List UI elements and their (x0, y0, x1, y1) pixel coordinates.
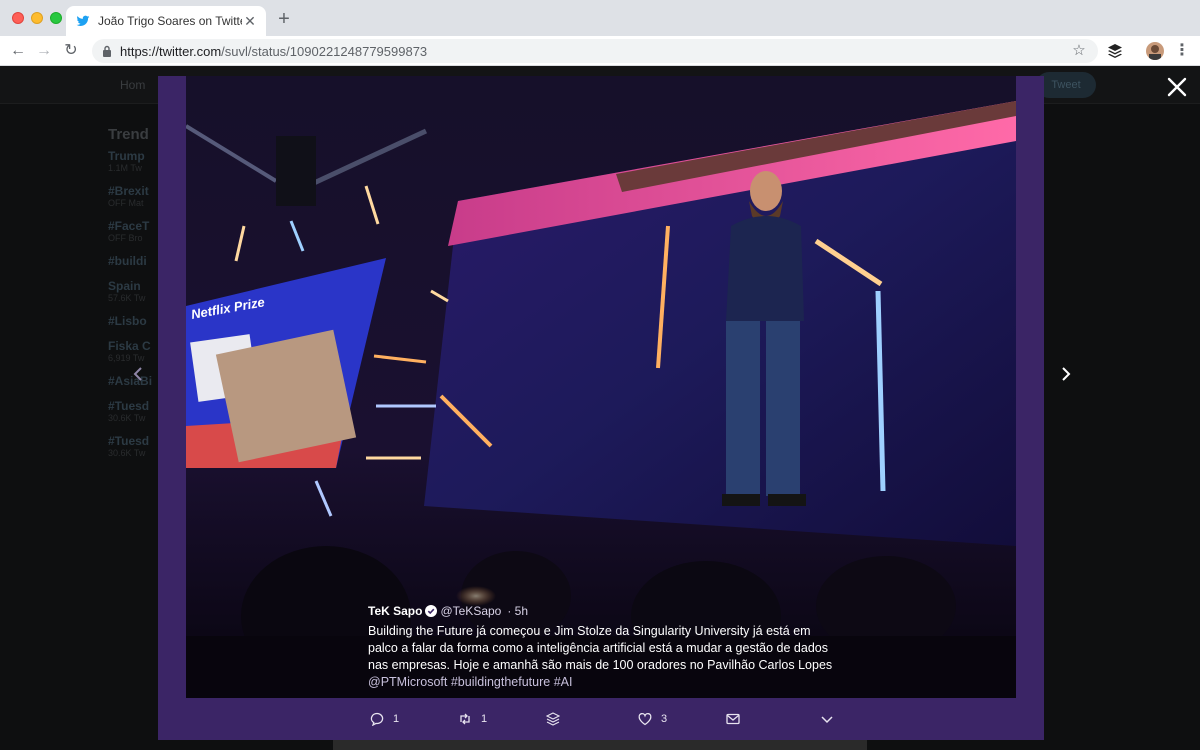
tweet-compose-button: Tweet (1036, 72, 1096, 98)
reply-count: 1 (393, 713, 400, 725)
retweet-icon (460, 713, 470, 725)
url-path: /suvl/status/1090221248779599873 (221, 43, 428, 59)
window-zoom-button[interactable] (50, 12, 62, 24)
heart-icon (638, 712, 652, 726)
bookmark-star-icon[interactable]: ☆ (1070, 42, 1088, 60)
reload-icon[interactable]: ↻ (62, 42, 80, 60)
home-nav-item: Hom (120, 78, 146, 92)
new-tab-button[interactable]: + (274, 9, 294, 29)
window-close-button[interactable] (12, 12, 24, 24)
tweet-caption: TeK Sapo @TeKSapo · 5h Building the Futu… (368, 604, 838, 691)
profile-avatar[interactable] (1146, 42, 1164, 60)
twitter-bird-icon (76, 15, 90, 27)
tweet-action-bar: 1 1 3 (158, 698, 1044, 740)
tweet-tags[interactable]: @PTMicrosoft #buildingthefuture #AI (368, 674, 838, 691)
url-host: https://twitter.com (120, 43, 222, 59)
page-content-strip (333, 740, 867, 750)
previous-arrow-icon[interactable] (130, 366, 146, 382)
author-name[interactable]: TeK Sapo (368, 604, 422, 618)
reply-button[interactable]: 1 (370, 712, 399, 726)
buffer-layers-icon (546, 712, 560, 726)
buffer-extension-icon[interactable] (1107, 43, 1123, 59)
author-handle[interactable]: @TeKSapo (440, 604, 501, 618)
tab-title: João Trigo Soares on Twitter: " (98, 14, 242, 28)
browser-toolbar: ← → ↻ https://twitter.com/suvl/status/10… (0, 36, 1200, 66)
next-arrow-icon[interactable] (1058, 366, 1074, 382)
more-options-button[interactable] (820, 712, 843, 726)
url-text: https://twitter.com/suvl/status/10902212… (120, 44, 427, 59)
direct-message-button[interactable] (726, 712, 749, 726)
back-arrow-icon[interactable]: ← (9, 42, 27, 60)
browser-menu-icon[interactable]: ⋮ (1174, 42, 1190, 60)
retweet-count: 1 (481, 713, 488, 725)
retweet-button[interactable]: 1 (458, 712, 487, 726)
verified-badge-icon (425, 605, 438, 617)
close-icon[interactable] (1166, 76, 1188, 98)
tweet-timestamp[interactable]: · 5h (507, 604, 528, 618)
like-count: 3 (661, 713, 668, 725)
tweet-text: Building the Future já começou e Jim Sto… (368, 624, 833, 672)
address-bar[interactable]: https://twitter.com/suvl/status/10902212… (92, 39, 1098, 63)
reply-icon (370, 712, 384, 726)
browser-tab[interactable]: João Trigo Soares on Twitter: " ✕ (66, 6, 266, 36)
tab-close-icon[interactable]: ✕ (242, 13, 258, 29)
forward-arrow-icon[interactable]: → (35, 42, 53, 60)
tweet-header: TeK Sapo @TeKSapo · 5h (368, 604, 838, 618)
envelope-icon (726, 713, 740, 725)
like-button[interactable]: 3 (638, 712, 667, 726)
browser-tab-strip: João Trigo Soares on Twitter: " ✕ + (0, 0, 1200, 36)
lock-icon (103, 45, 111, 57)
buffer-button[interactable] (546, 712, 569, 726)
chevron-down-icon (821, 716, 833, 724)
window-minimize-button[interactable] (31, 12, 43, 24)
